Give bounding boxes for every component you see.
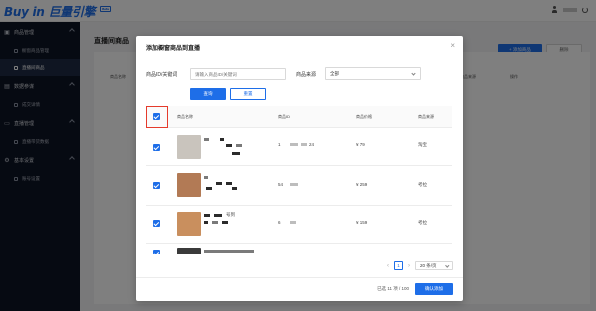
table-row[interactable] [146,244,452,254]
product-thumbnail [177,248,201,254]
row-checkbox[interactable] [153,144,160,151]
product-name-redacted [206,187,212,190]
pagination: ‹ 1 › 20 条/页 [385,261,453,270]
product-source: 淘宝 [418,142,427,147]
product-name-redacted [222,221,228,224]
page-number-current[interactable]: 1 [394,261,403,270]
product-name-redacted [204,221,208,224]
table-row[interactable]: 54 ¥ 259 考拉 [146,166,452,206]
product-table: 商品名称 商品ID 商品价格 商品来源 1 24 ¥ 79 淘宝 54 ¥ 25… [146,106,452,254]
column-header-name: 商品名称 [177,114,193,119]
product-id: 1 [278,142,281,147]
product-price: ¥ 159 [356,220,368,225]
product-price: ¥ 259 [356,182,368,187]
product-id-redacted [290,221,296,224]
product-name-redacted [226,182,232,185]
row-checkbox[interactable] [153,250,160,254]
add-product-modal: 添加橱窗商品到直播 × 商品ID/关键词 商品来源 全部 查询 重置 商品名称 … [136,36,463,301]
product-id-redacted [290,183,298,186]
query-button[interactable]: 查询 [190,88,226,100]
product-name-redacted [216,182,222,185]
row-checkbox[interactable] [153,220,160,227]
product-source: 考拉 [418,182,427,187]
product-name-redacted [204,176,208,179]
keyword-label: 商品ID/关键词 [146,72,178,78]
product-name-redacted [232,187,237,190]
product-id-suffix: 24 [309,142,315,147]
product-name-redacted [212,221,218,224]
modal-title: 添加橱窗商品到直播 [146,46,201,52]
chevron-right-icon[interactable]: › [406,262,412,270]
modal-footer: 已选 11 项 / 100 确认添加 [136,277,463,301]
page-size-select[interactable]: 20 条/页 [415,261,453,270]
product-id: 6 [278,220,281,225]
table-row[interactable]: 号到 6 ¥ 159 考拉 [146,206,452,244]
product-id-redacted [290,143,298,146]
product-name-redacted [204,138,209,141]
product-thumbnail [177,212,201,236]
product-name-redacted [220,138,224,141]
source-label: 商品来源 [296,72,317,78]
product-name-redacted [236,144,242,147]
source-select[interactable]: 全部 [325,67,421,80]
product-thumbnail [177,135,201,159]
table-row[interactable]: 1 24 ¥ 79 淘宝 [146,128,452,166]
row-checkbox[interactable] [153,182,160,189]
product-name-redacted [226,144,232,147]
select-all-checkbox[interactable] [153,113,160,120]
reset-button[interactable]: 重置 [230,88,266,100]
product-name-redacted [204,214,210,217]
product-name-redacted [232,152,240,155]
product-thumbnail [177,173,201,197]
product-id-redacted [301,143,307,146]
table-header: 商品名称 商品ID 商品价格 商品来源 [146,106,452,128]
selected-count: 已选 11 项 / 100 [377,286,409,291]
column-header-price: 商品价格 [356,114,372,119]
confirm-add-button[interactable]: 确认添加 [415,283,453,295]
column-header-source: 商品来源 [418,114,434,119]
close-icon[interactable]: × [450,42,455,50]
product-name-redacted [214,214,222,217]
chevron-down-icon [411,70,416,76]
product-source: 考拉 [418,220,427,225]
product-price: ¥ 79 [356,142,365,147]
product-name-redacted [204,250,254,253]
product-name-suffix: 号到 [226,212,235,217]
chevron-down-icon [444,263,449,268]
chevron-left-icon[interactable]: ‹ [385,262,391,270]
column-header-id: 商品ID [278,114,290,119]
keyword-input[interactable] [190,68,286,80]
product-id: 54 [278,182,284,187]
